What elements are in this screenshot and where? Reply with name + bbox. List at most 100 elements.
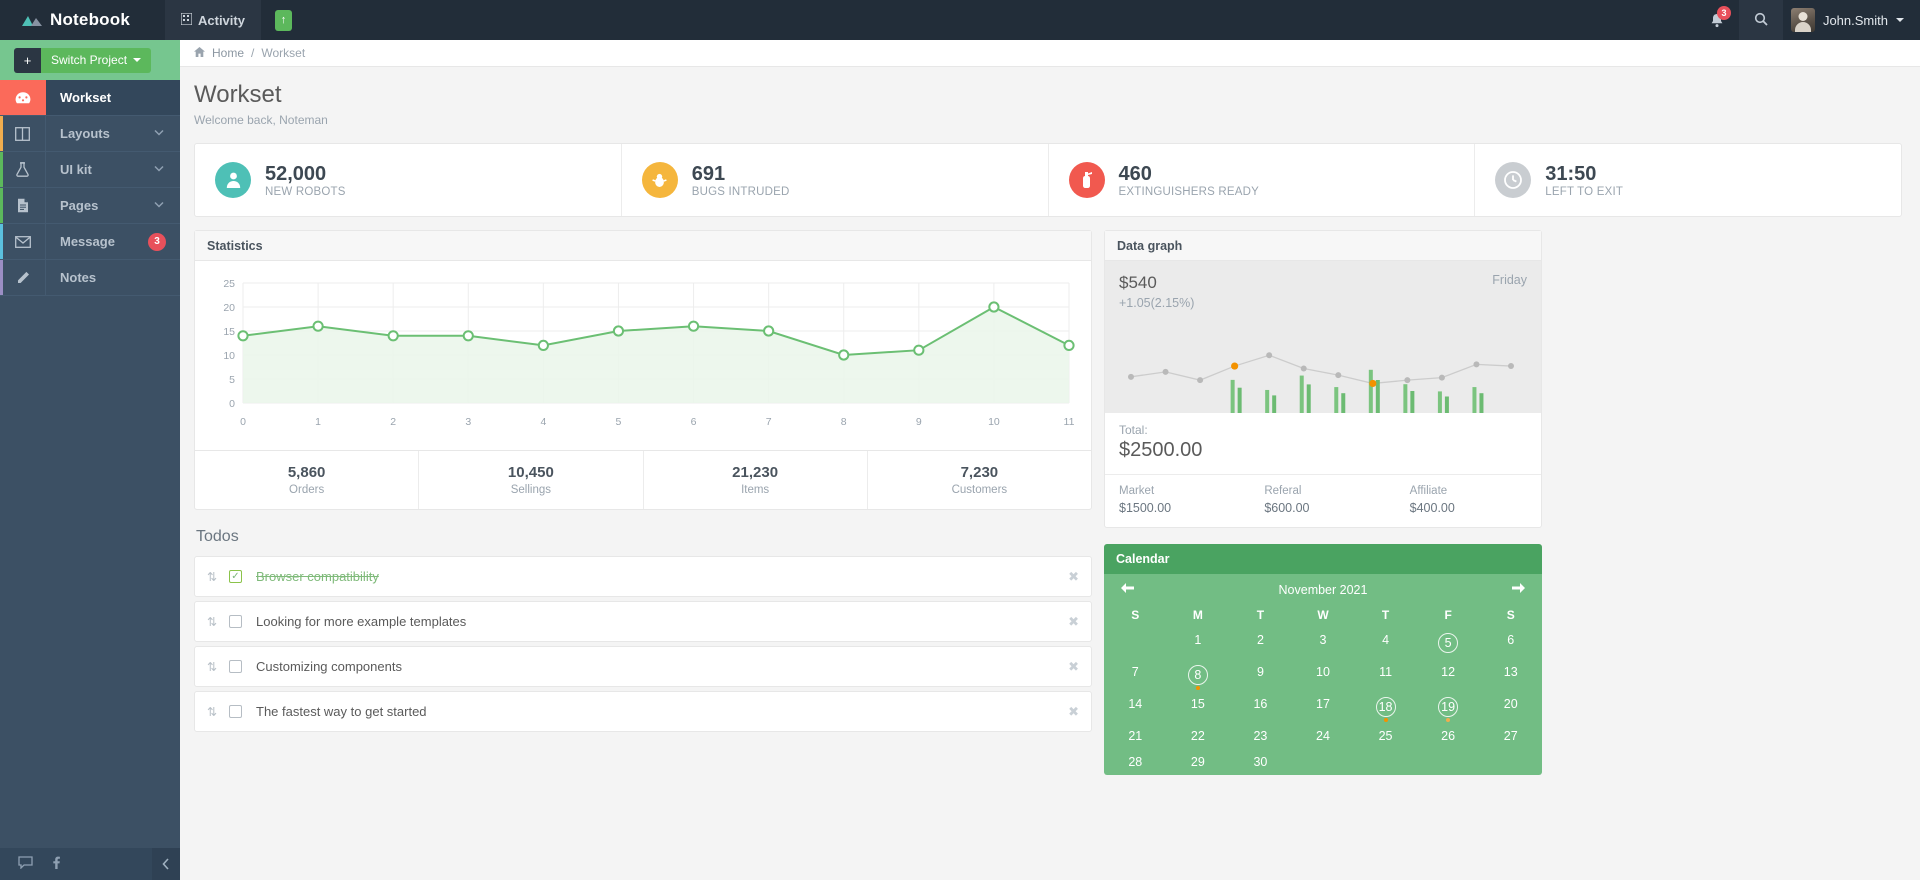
breadcrumb-home[interactable]: Home — [212, 46, 244, 60]
calendar-day[interactable]: 23 — [1229, 723, 1292, 749]
statistics-panel: Statistics 051015202501234567891011 5,86… — [194, 230, 1092, 510]
upload-button[interactable]: ↑ — [261, 0, 306, 40]
sidebar-item-pages[interactable]: Pages — [0, 188, 180, 224]
stat-card: 460EXTINGUISHERS READY — [1049, 144, 1476, 216]
calendar-next-button[interactable] — [1511, 582, 1526, 597]
clock-icon — [1495, 162, 1531, 198]
chevron-down-icon — [133, 58, 141, 62]
comment-icon[interactable] — [18, 856, 33, 872]
calendar-day[interactable]: 24 — [1292, 723, 1355, 749]
calendar-day[interactable]: 7 — [1104, 659, 1167, 691]
calendar-day[interactable]: 27 — [1479, 723, 1542, 749]
brand-logo[interactable]: Notebook — [0, 0, 165, 40]
calendar-day[interactable]: 12 — [1417, 659, 1480, 691]
calendar-day-label: 10 — [1316, 665, 1330, 679]
data-graph-total: Total: $2500.00 — [1105, 413, 1541, 475]
todo-item[interactable]: ⇅ Customizing components ✖ — [194, 646, 1092, 687]
sidebar-item-message[interactable]: Message3 — [0, 224, 180, 260]
todo-text: Customizing components — [256, 659, 402, 674]
todo-item[interactable]: ⇅Looking for more example templates✖ — [194, 601, 1092, 642]
calendar-day[interactable]: 8 — [1167, 659, 1230, 691]
calendar-day[interactable]: 16 — [1229, 691, 1292, 723]
sidebar-item-notes[interactable]: Notes — [0, 260, 180, 296]
notifications-button[interactable]: 3 — [1695, 0, 1739, 40]
calendar-day[interactable]: 5 — [1417, 627, 1480, 659]
calendar-day[interactable]: 15 — [1167, 691, 1230, 723]
breadcrumb-current: Workset — [261, 46, 305, 60]
drag-handle-icon[interactable]: ⇅ — [207, 615, 229, 629]
calendar-day[interactable]: 11 — [1354, 659, 1417, 691]
calendar-day[interactable]: 22 — [1167, 723, 1230, 749]
todo-checkbox[interactable]: ✓ — [229, 570, 242, 583]
close-icon[interactable]: ✖ — [1068, 704, 1079, 720]
calendar-day[interactable]: 28 — [1104, 749, 1167, 775]
todo-checkbox[interactable] — [229, 615, 242, 628]
drag-handle-icon[interactable]: ⇅ — [207, 570, 229, 584]
calendar-dow: T — [1229, 603, 1292, 627]
chart-stat-value: 7,230 — [868, 464, 1091, 481]
dashboard-icon — [0, 80, 46, 115]
calendar-day[interactable]: 2 — [1229, 627, 1292, 659]
breakdown-value: $400.00 — [1410, 501, 1541, 515]
stat-value: 52,000 — [265, 163, 326, 185]
todo-item[interactable]: ⇅The fastest way to get started✖ — [194, 691, 1092, 732]
chevron-down-icon — [1896, 18, 1904, 22]
calendar-day[interactable]: 30 — [1229, 749, 1292, 775]
sidebar-item-layouts[interactable]: Layouts — [0, 116, 180, 152]
close-icon[interactable]: ✖ — [1068, 614, 1079, 630]
calendar-day-label: 26 — [1441, 729, 1455, 743]
todo-item[interactable]: ⇅✓Browser compatibility✖ — [194, 556, 1092, 597]
plus-icon: + — [14, 48, 41, 73]
calendar-day[interactable]: 21 — [1104, 723, 1167, 749]
calendar-day[interactable]: 14 — [1104, 691, 1167, 723]
calendar-day[interactable]: 25 — [1354, 723, 1417, 749]
sidebar-item-workset[interactable]: Workset — [0, 80, 180, 116]
calendar-day-label: 28 — [1128, 755, 1142, 769]
svg-text:10: 10 — [223, 350, 235, 362]
stat-label: EXTINGUISHERS READY — [1119, 186, 1260, 198]
arrow-up-icon: ↑ — [275, 10, 292, 31]
calendar-day-label: 15 — [1191, 697, 1205, 711]
sidebar-item-ui-kit[interactable]: UI kit — [0, 152, 180, 188]
chart-stat-label: Items — [644, 484, 867, 496]
calendar-day[interactable]: 26 — [1417, 723, 1480, 749]
stat-label: BUGS INTRUDED — [692, 186, 790, 198]
data-graph-delta: +1.05(2.15%) — [1119, 296, 1527, 310]
user-menu[interactable]: John.Smith — [1783, 0, 1920, 40]
page-subtitle: Welcome back, Noteman — [194, 113, 1902, 127]
bug-icon — [642, 162, 678, 198]
calendar-day-label: 19 — [1438, 697, 1458, 717]
calendar-day[interactable]: 9 — [1229, 659, 1292, 691]
calendar-day[interactable]: 19 — [1417, 691, 1480, 723]
calendar-day[interactable]: 3 — [1292, 627, 1355, 659]
file-icon — [0, 188, 46, 223]
calendar-day[interactable]: 10 — [1292, 659, 1355, 691]
calendar-day[interactable]: 29 — [1167, 749, 1230, 775]
drag-handle-icon[interactable]: ⇅ — [207, 705, 229, 719]
calendar-grid: SMTWTFS123456789101112131415161718192021… — [1104, 603, 1542, 775]
calendar-day[interactable]: 6 — [1479, 627, 1542, 659]
calendar-day-label: 11 — [1379, 665, 1392, 679]
calendar-day-label: 13 — [1504, 665, 1518, 679]
todo-checkbox[interactable] — [229, 660, 242, 673]
sidebar-item-label: Workset — [46, 90, 111, 105]
calendar-day[interactable]: 13 — [1479, 659, 1542, 691]
calendar-day[interactable]: 4 — [1354, 627, 1417, 659]
calendar-prev-button[interactable] — [1120, 582, 1135, 597]
calendar-day[interactable]: 18 — [1354, 691, 1417, 723]
calendar-event-dot — [1384, 718, 1388, 722]
calendar-day[interactable]: 20 — [1479, 691, 1542, 723]
close-icon[interactable]: ✖ — [1068, 569, 1079, 585]
calendar-day-label: 21 — [1128, 729, 1142, 743]
calendar-day[interactable]: 1 — [1167, 627, 1230, 659]
switch-project-button[interactable]: + Switch Project — [14, 48, 151, 73]
sidebar-collapse-button[interactable] — [152, 848, 180, 880]
calendar-day[interactable]: 17 — [1292, 691, 1355, 723]
facebook-icon[interactable] — [49, 856, 62, 872]
drag-handle-icon[interactable]: ⇅ — [207, 660, 229, 674]
close-icon[interactable]: ✖ — [1068, 659, 1079, 675]
tab-activity[interactable]: Activity — [165, 0, 261, 40]
user-icon — [215, 162, 251, 198]
search-button[interactable] — [1739, 0, 1783, 40]
todo-checkbox[interactable] — [229, 705, 242, 718]
